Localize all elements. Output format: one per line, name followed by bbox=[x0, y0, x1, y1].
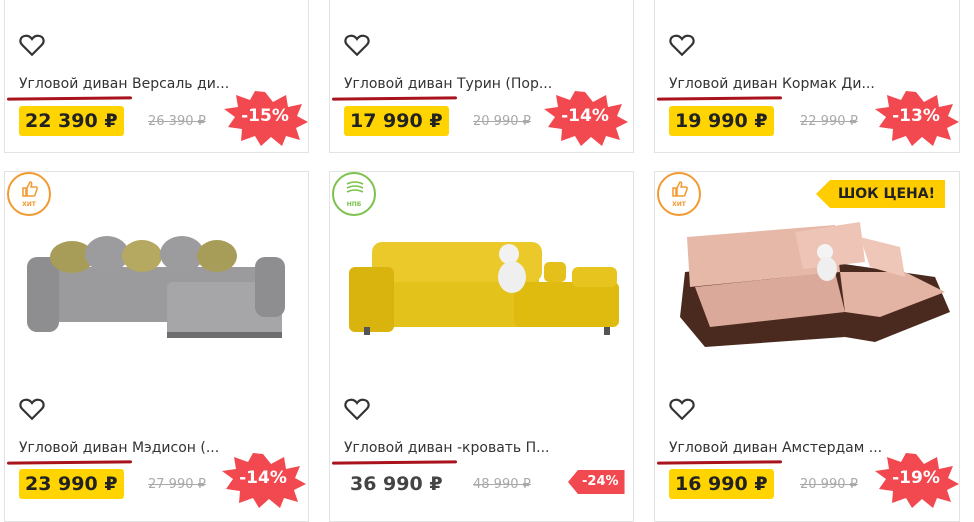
discount-badge: -14% bbox=[220, 452, 306, 508]
thumbs-up-icon bbox=[672, 181, 688, 197]
heart-icon[interactable] bbox=[669, 397, 695, 421]
spring-icon bbox=[346, 181, 364, 193]
product-title[interactable]: Угловой диван Турин (Пор... bbox=[344, 76, 552, 92]
discount-badge: -15% bbox=[222, 90, 308, 146]
old-price: 27 990 ₽ bbox=[148, 477, 206, 492]
old-price: 22 990 ₽ bbox=[800, 114, 858, 129]
product-title[interactable]: Угловой диван Мэдисон (... bbox=[19, 440, 219, 456]
discount-tag: -24% bbox=[568, 470, 625, 494]
product-title[interactable]: Угловой диван Кормак Ди... bbox=[669, 76, 875, 92]
heart-icon[interactable] bbox=[344, 397, 370, 421]
discount-badge: -13% bbox=[873, 90, 959, 146]
product-card[interactable]: Угловой диван Кормак Ди... 19 990 ₽ 22 9… bbox=[654, 0, 960, 153]
product-image[interactable] bbox=[17, 232, 297, 342]
price: 17 990 ₽ bbox=[344, 106, 449, 136]
product-title[interactable]: Угловой диван Версаль ди... bbox=[19, 76, 229, 92]
discount-badge: -19% bbox=[873, 452, 959, 508]
price: 36 990 ₽ bbox=[350, 473, 443, 495]
product-card[interactable]: Угловой диван Версаль ди... 22 390 ₽ 26 … bbox=[4, 0, 309, 153]
old-price: 26 390 ₽ bbox=[148, 114, 206, 129]
old-price: 20 990 ₽ bbox=[473, 114, 531, 129]
npb-badge: НПБ bbox=[332, 172, 376, 216]
price: 16 990 ₽ bbox=[669, 469, 774, 499]
heart-icon[interactable] bbox=[344, 33, 370, 57]
heart-icon[interactable] bbox=[19, 397, 45, 421]
hit-badge: ХИТ bbox=[7, 172, 51, 216]
promo-label: ШОК ЦЕНА! bbox=[815, 180, 945, 208]
price: 22 390 ₽ bbox=[19, 106, 124, 136]
product-card[interactable]: НПБ Угловой диван -кровать П... 36 990 ₽… bbox=[329, 171, 634, 522]
old-price: 48 990 ₽ bbox=[473, 477, 531, 492]
thumbs-up-icon bbox=[22, 181, 38, 197]
product-title[interactable]: Угловой диван Амстердам ... bbox=[669, 440, 882, 456]
heart-icon[interactable] bbox=[669, 33, 695, 57]
discount-badge: -14% bbox=[542, 90, 628, 146]
product-image[interactable] bbox=[344, 232, 624, 342]
heart-icon[interactable] bbox=[19, 33, 45, 57]
product-title[interactable]: Угловой диван -кровать П... bbox=[344, 440, 550, 456]
old-price: 20 990 ₽ bbox=[800, 477, 858, 492]
product-card[interactable]: ХИТ ШОК ЦЕНА! Угловой диван Амстердам ..… bbox=[654, 171, 960, 522]
price: 19 990 ₽ bbox=[669, 106, 774, 136]
price: 23 990 ₽ bbox=[19, 469, 124, 499]
hit-badge: ХИТ bbox=[657, 172, 701, 216]
product-card[interactable]: ХИТ Угловой диван Мэдисон (... 23 990 ₽ … bbox=[4, 171, 309, 522]
product-card[interactable]: Угловой диван Турин (Пор... 17 990 ₽ 20 … bbox=[329, 0, 634, 153]
product-image[interactable] bbox=[665, 217, 955, 357]
